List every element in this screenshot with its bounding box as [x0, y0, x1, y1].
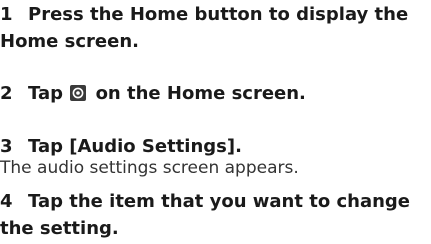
step-2-text-before: Tap — [28, 83, 63, 104]
step-3-description: The audio settings screen appears. — [0, 158, 299, 178]
step-4-text-continued: the setting. — [0, 218, 119, 239]
step-1-line-2: Home screen. — [0, 31, 139, 53]
step-1-text-continued: Home screen. — [0, 31, 139, 52]
step-4-line-2: the setting. — [0, 218, 119, 240]
step-1-number: 1 — [0, 4, 13, 25]
step-2-text-after: on the Home screen. — [95, 83, 306, 104]
instruction-steps: 1 Press the Home button to display the Ho… — [0, 0, 431, 244]
step-3-line: 3 Tap [Audio Settings]. — [0, 136, 242, 158]
step-3-number: 3 — [0, 136, 13, 157]
step-3-text: Tap [Audio Settings]. — [28, 136, 242, 157]
step-1-line-1: 1 Press the Home button to display the — [0, 4, 408, 26]
step-4-text: Tap the item that you want to change — [28, 191, 411, 212]
settings-gear-icon — [70, 85, 87, 101]
step-1-text: Press the Home button to display the — [28, 4, 409, 25]
step-4-number: 4 — [0, 191, 13, 212]
step-4-line-1: 4 Tap the item that you want to change — [0, 191, 410, 213]
step-2-number: 2 — [0, 83, 13, 104]
step-2-line: 2 Tap on the Home screen. — [0, 83, 306, 105]
